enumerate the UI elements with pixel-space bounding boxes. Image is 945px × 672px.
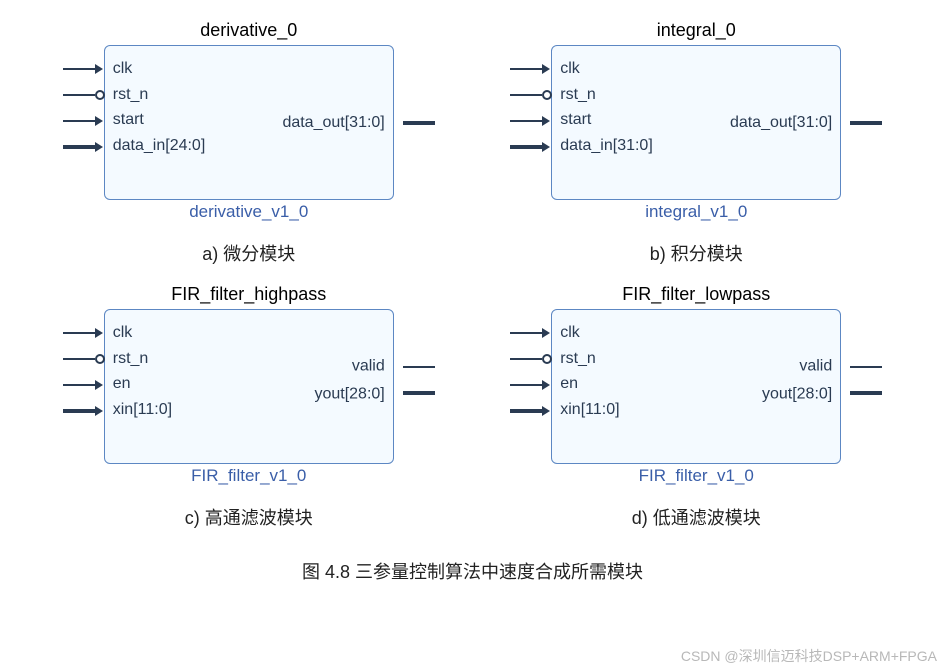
watermark: CSDN @深圳信迈科技DSP+ARM+FPGA [681, 646, 937, 666]
block-title: derivative_0 [200, 20, 297, 41]
input-ports: clk rst_n start data_in[24:0] [113, 60, 206, 154]
ip-block: clk rst_n en xin[11:0] valid yout[28:0] [104, 309, 394, 464]
stub-data-in [510, 134, 551, 160]
port-label: valid [352, 358, 385, 376]
stub-valid [850, 354, 882, 380]
port-label: clk [560, 324, 619, 342]
block-caption: c) 高通滤波模块 [185, 504, 313, 530]
port-label: data_in[24:0] [113, 137, 206, 155]
stub-en [510, 372, 551, 398]
input-stubs [510, 56, 551, 160]
ip-block: clk rst_n en xin[11:0] valid yout[28:0] [551, 309, 841, 464]
input-ports: clk rst_n en xin[11:0] [560, 324, 619, 418]
stub-valid [403, 354, 435, 380]
ip-block: clk rst_n start data_in[31:0] data_out[3… [551, 45, 841, 200]
input-stubs [63, 320, 104, 424]
input-ports: clk rst_n start data_in[31:0] [560, 60, 653, 154]
port-label: xin[11:0] [560, 401, 619, 419]
figure-caption: 图 4.8 三参量控制算法中速度合成所需模块 [40, 548, 905, 584]
port-label: valid [799, 358, 832, 376]
output-ports: valid yout[28:0] [314, 358, 384, 403]
block-title: FIR_filter_highpass [171, 284, 326, 305]
output-ports: valid yout[28:0] [762, 358, 832, 403]
output-stubs [850, 354, 882, 406]
block-integral: integral_0 clk rst_n start data_in[31:0]… [488, 20, 906, 276]
ip-block: clk rst_n start data_in[24:0] data_out[3… [104, 45, 394, 200]
block-fir-lowpass: FIR_filter_lowpass clk rst_n en xin[11:0… [488, 284, 906, 540]
block-derivative: derivative_0 clk rst_n start data_in[24:… [40, 20, 458, 276]
stub-en [63, 372, 104, 398]
block-caption: b) 积分模块 [650, 240, 743, 266]
port-label: en [560, 375, 619, 393]
block-title: integral_0 [657, 20, 736, 41]
block-fir-highpass: FIR_filter_highpass clk rst_n en xin[11:… [40, 284, 458, 540]
port-label: en [113, 375, 172, 393]
port-label: start [113, 111, 206, 129]
input-stubs [510, 320, 551, 424]
stub-clk [63, 56, 104, 82]
stub-yout [850, 380, 882, 406]
port-label: xin[11:0] [113, 401, 172, 419]
stub-rst-n [510, 346, 551, 372]
diagram-grid: derivative_0 clk rst_n start data_in[24:… [0, 0, 945, 592]
stub-data-in [63, 134, 104, 160]
stub-start [510, 108, 551, 134]
port-label: rst_n [560, 86, 653, 104]
port-label: clk [113, 324, 172, 342]
block-title: FIR_filter_lowpass [622, 284, 770, 305]
stub-xin [510, 398, 551, 424]
port-label: clk [560, 60, 653, 78]
block-footer: derivative_v1_0 [189, 202, 308, 222]
stub-yout [403, 380, 435, 406]
output-ports: data_out[31:0] [730, 114, 832, 132]
port-label: yout[28:0] [762, 385, 832, 403]
port-label: rst_n [113, 350, 172, 368]
output-stubs [403, 354, 435, 406]
port-label: rst_n [560, 350, 619, 368]
stub-clk [510, 320, 551, 346]
stub-xin [63, 398, 104, 424]
stub-data-out [850, 110, 882, 136]
input-stubs [63, 56, 104, 160]
port-label: clk [113, 60, 206, 78]
stub-rst-n [63, 82, 104, 108]
block-caption: d) 低通滤波模块 [632, 504, 761, 530]
stub-start [63, 108, 104, 134]
port-label: data_in[31:0] [560, 137, 653, 155]
port-label: start [560, 111, 653, 129]
port-label: rst_n [113, 86, 206, 104]
block-footer: integral_v1_0 [645, 202, 747, 222]
output-stubs [850, 110, 882, 136]
stub-rst-n [510, 82, 551, 108]
block-footer: FIR_filter_v1_0 [191, 466, 306, 486]
stub-data-out [403, 110, 435, 136]
input-ports: clk rst_n en xin[11:0] [113, 324, 172, 418]
block-caption: a) 微分模块 [202, 240, 295, 266]
stub-clk [510, 56, 551, 82]
block-footer: FIR_filter_v1_0 [639, 466, 754, 486]
port-label: yout[28:0] [314, 385, 384, 403]
output-ports: data_out[31:0] [282, 114, 384, 132]
stub-rst-n [63, 346, 104, 372]
port-label: data_out[31:0] [282, 114, 384, 132]
output-stubs [403, 110, 435, 136]
stub-clk [63, 320, 104, 346]
port-label: data_out[31:0] [730, 114, 832, 132]
